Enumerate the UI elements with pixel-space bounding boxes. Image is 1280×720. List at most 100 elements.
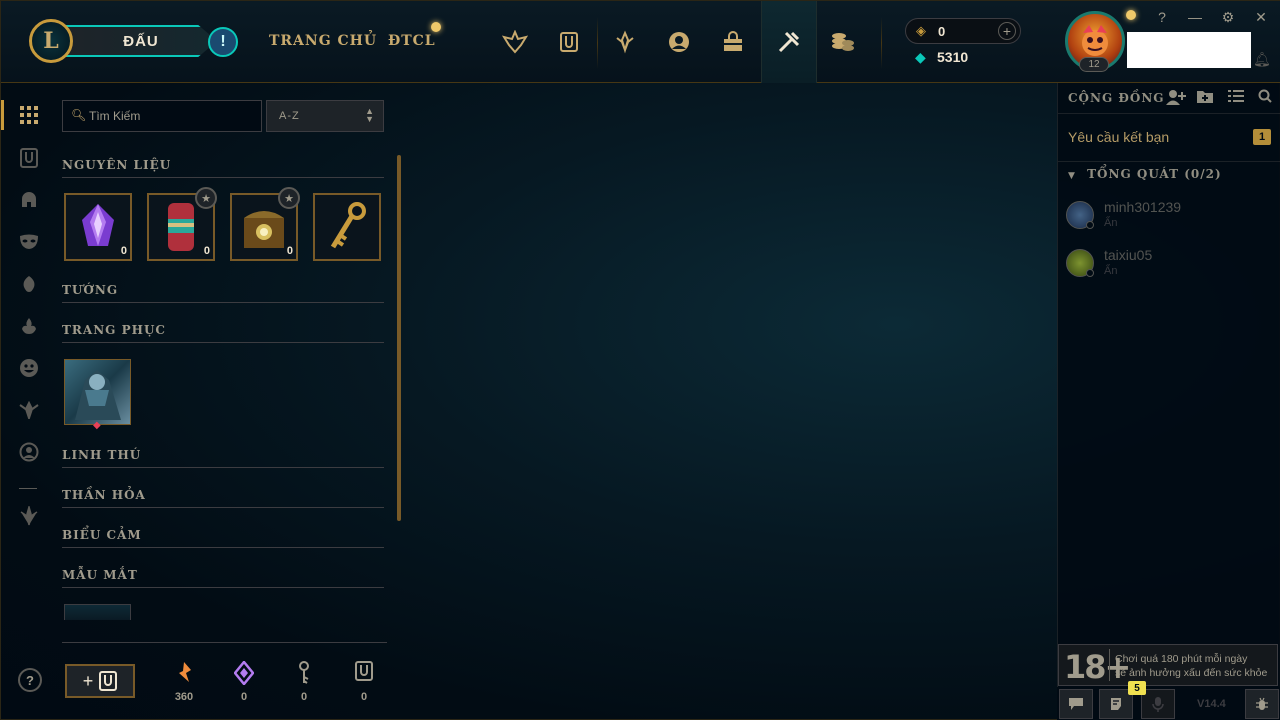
- ward-flame-icon[interactable]: [15, 312, 43, 340]
- section-divider: [62, 587, 384, 588]
- emote-face-icon[interactable]: [15, 354, 43, 382]
- play-button[interactable]: ĐẤU: [61, 25, 217, 57]
- chest-icon: [238, 201, 290, 253]
- section-divider: [62, 302, 384, 303]
- friend-requests-link[interactable]: Yêu cầu kết bạn: [1068, 129, 1169, 145]
- collection-scrollbar[interactable]: [397, 155, 401, 521]
- help-button[interactable]: ?: [1154, 9, 1170, 25]
- resource-mythic-essence: 0: [224, 660, 264, 703]
- mythic-essence-small-icon: [224, 660, 264, 686]
- age-warning-banner: 18+ Chơi quá 180 phút mỗi ngày sẽ ảnh hư…: [1058, 644, 1278, 686]
- capsule-icon: [155, 201, 207, 253]
- microphone-icon[interactable]: [1141, 689, 1175, 719]
- loot-item-hextech-chest[interactable]: ★ 0: [230, 187, 300, 261]
- loot-count: 0: [203, 245, 210, 257]
- plus-icon: +: [82, 670, 94, 691]
- help-question-icon[interactable]: ?: [18, 668, 42, 692]
- champion-helmet-icon[interactable]: [15, 186, 43, 214]
- loot-item-hextech-key[interactable]: [313, 193, 381, 261]
- section-ward-skins-title: THẦN HỎA: [62, 488, 146, 502]
- age-warning-text: Chơi quá 180 phút mỗi ngày sẽ ảnh hưởng …: [1115, 652, 1267, 680]
- social-divider: [1058, 113, 1280, 114]
- tft-category-icon[interactable]: [15, 502, 43, 530]
- rp-balance[interactable]: ◈ 0 +: [905, 18, 1021, 44]
- section-companions-title: LINH THÚ: [62, 448, 142, 462]
- blue-essence-icon: ◆: [915, 49, 926, 65]
- add-folder-icon[interactable]: [1197, 89, 1213, 106]
- rail-active-indicator: [1, 100, 4, 130]
- skin-mask-icon[interactable]: [15, 228, 43, 256]
- loot-item-mythic-essence[interactable]: 0: [64, 193, 132, 261]
- add-friend-icon[interactable]: [1166, 89, 1186, 108]
- loot-count: 0: [286, 245, 293, 257]
- resource-value: 0: [300, 691, 308, 703]
- caret-down-icon: ▼: [1068, 171, 1076, 181]
- sort-value: A-Z: [279, 110, 300, 122]
- search-input[interactable]: 🔍︎ Tìm Kiếm: [62, 100, 262, 132]
- friend-status: Ẩn: [1104, 217, 1118, 229]
- client-version: V14.4: [1197, 698, 1226, 710]
- friend-list-item[interactable]: minh301239 Ẩn: [1066, 199, 1276, 239]
- resource-collection-token: 0: [344, 661, 384, 703]
- rank-icon[interactable]: [500, 27, 530, 57]
- collection-icon[interactable]: [554, 27, 584, 57]
- top-nav-bar: L ĐẤU ! TRANG CHỦ ĐTCL ◈ 0 + ◆ 5310: [1, 1, 1057, 83]
- coins-icon[interactable]: [828, 27, 858, 57]
- list-view-icon[interactable]: [1228, 89, 1244, 106]
- grid-icon[interactable]: [15, 101, 43, 129]
- profile-icon-category[interactable]: [15, 438, 43, 466]
- blue-essence-balance: ◆ 5310: [915, 49, 968, 67]
- collection-category-rail: [1, 83, 53, 720]
- loot-item-capsule[interactable]: ★ 0: [147, 187, 217, 261]
- close-button[interactable]: ✕: [1253, 9, 1269, 26]
- eye-color-icon[interactable]: [15, 396, 43, 424]
- rp-value: 0: [938, 24, 946, 39]
- craft-button[interactable]: +: [65, 664, 135, 698]
- key-fragment-icon: [284, 661, 324, 685]
- search-icon[interactable]: [1258, 89, 1272, 106]
- minimize-button[interactable]: —: [1187, 9, 1203, 25]
- friend-group-header[interactable]: ▼ TỔNG QUÁT (0/2): [1068, 167, 1222, 181]
- buy-rp-button[interactable]: +: [998, 22, 1016, 40]
- materials-icon[interactable]: [15, 144, 43, 172]
- section-divider: [62, 467, 384, 468]
- social-header: CỘNG ĐỒNG: [1068, 91, 1165, 105]
- bug-report-icon[interactable]: [1245, 689, 1279, 719]
- tft-icon[interactable]: [610, 27, 640, 57]
- bell-icon[interactable]: 🔔︎: [1253, 51, 1271, 68]
- nav-home[interactable]: TRANG CHỦ: [269, 33, 377, 49]
- skin-card[interactable]: [64, 359, 131, 425]
- nav-tft[interactable]: ĐTCL: [388, 33, 436, 49]
- star-icon: ★: [195, 187, 217, 209]
- loot-icon[interactable]: [774, 27, 804, 57]
- store-bag-icon[interactable]: [718, 27, 748, 57]
- friend-list-item[interactable]: taixiu05 Ẩn: [1066, 247, 1276, 287]
- nav-separator: [881, 17, 882, 69]
- search-icon: 🔍︎: [71, 108, 87, 122]
- sort-arrows-icon: ▲ ▼: [365, 106, 375, 124]
- profile-icon[interactable]: [664, 27, 694, 57]
- blue-essence-value: 5310: [937, 49, 969, 65]
- settings-gear-icon[interactable]: ⚙: [1220, 9, 1236, 26]
- collection-icon: [99, 671, 118, 691]
- league-logo-icon: L: [29, 19, 73, 63]
- companion-icon[interactable]: [15, 270, 43, 298]
- summoner-name-redacted: [1127, 32, 1251, 68]
- sort-dropdown[interactable]: A-Z ▲ ▼: [266, 100, 384, 132]
- client-window: L ĐẤU ! TRANG CHỦ ĐTCL ◈ 0 + ◆ 5310 12 ?…: [0, 0, 1280, 720]
- status-dot-icon: [1126, 10, 1136, 20]
- play-button-group[interactable]: L ĐẤU: [29, 19, 217, 63]
- resource-orange-essence: 360: [164, 661, 204, 703]
- loot-count: 0: [120, 245, 127, 257]
- social-bottom-bar: [1057, 687, 1280, 720]
- chat-icon[interactable]: [1059, 689, 1093, 719]
- friend-group-label: TỔNG QUÁT (0/2): [1087, 167, 1222, 181]
- eye-color-card[interactable]: [64, 604, 131, 620]
- alert-icon[interactable]: !: [208, 27, 238, 57]
- mythic-essence-icon: [72, 201, 124, 253]
- key-icon: [321, 201, 373, 253]
- notification-count-badge: 5: [1128, 681, 1146, 695]
- social-divider: [1058, 161, 1280, 162]
- friend-name: minh301239: [1104, 199, 1182, 215]
- profile-area: 12 ? — ⚙ ✕ 🔔︎: [1057, 1, 1280, 83]
